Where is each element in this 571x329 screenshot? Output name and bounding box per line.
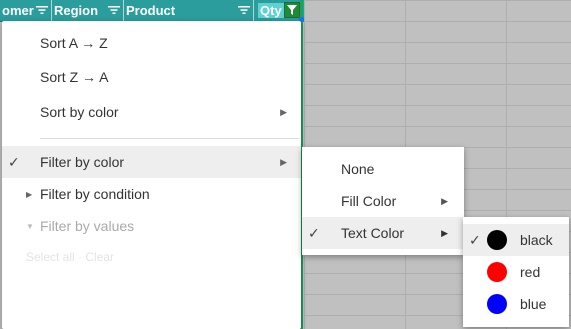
menu-item-sort-a-z[interactable]: Sort A → Z: [2, 27, 301, 59]
column-header-product[interactable]: Product: [124, 0, 254, 21]
menu-divider: [40, 138, 299, 139]
column-header-region[interactable]: Region: [52, 0, 124, 21]
menu-item-label: Filter by values: [40, 218, 135, 234]
column-header-label: omer: [2, 3, 34, 18]
color-swatch-blue: [487, 294, 507, 314]
filter-icon[interactable]: [108, 5, 120, 15]
column-header-label: Product: [126, 3, 176, 18]
collapse-caret-icon: ▼: [26, 221, 34, 231]
menu-item-label: Sort Z → A: [40, 69, 109, 85]
color-option-label: blue: [520, 296, 547, 312]
filter-by-color-submenu: None Fill Color ▶ ✓ Text Color ▶: [302, 147, 464, 255]
checkmark-icon: ✓: [308, 224, 320, 241]
submenu-item-none[interactable]: None: [302, 153, 464, 185]
color-swatch-black: [487, 230, 507, 250]
submenu-arrow-icon: ▶: [280, 106, 287, 117]
color-option-red[interactable]: red: [463, 256, 569, 288]
menu-item-filter-by-color[interactable]: ✓ Filter by color ▶: [2, 146, 301, 178]
menu-item-label: Sort A → Z: [40, 35, 108, 51]
filter-icon[interactable]: [238, 5, 250, 15]
active-filter-button[interactable]: [284, 2, 300, 18]
submenu-item-label: Fill Color: [341, 193, 397, 209]
checkmark-icon: ✓: [8, 153, 20, 170]
color-option-label: black: [520, 232, 553, 248]
submenu-item-label: None: [341, 161, 375, 177]
filter-menu: Sort A → Z Sort Z → A Sort by color ▶ ✓ …: [2, 21, 301, 329]
color-option-blue[interactable]: blue: [463, 288, 569, 320]
expand-caret-icon: ▶: [26, 189, 33, 199]
menu-item-sort-by-color[interactable]: Sort by color ▶: [2, 96, 301, 128]
filter-icon[interactable]: [36, 5, 48, 15]
select-all-clear-links[interactable]: Select all · Clear: [26, 250, 114, 264]
menu-item-filter-by-values[interactable]: ▼ Filter by values: [2, 210, 301, 242]
submenu-item-text-color[interactable]: ✓ Text Color ▶: [302, 217, 464, 249]
text-color-submenu: ✓ black red blue: [463, 217, 569, 327]
menu-item-label: Filter by condition: [40, 186, 150, 202]
column-header-label: Qty: [258, 3, 284, 18]
funnel-icon: [287, 5, 297, 15]
submenu-arrow-icon: ▶: [441, 195, 448, 206]
submenu-arrow-icon: ▶: [441, 227, 448, 238]
submenu-item-label: Text Color: [341, 225, 405, 241]
color-option-black[interactable]: ✓ black: [463, 224, 569, 256]
color-swatch-red: [487, 262, 507, 282]
header-row: omer Region Product Qty: [0, 0, 304, 22]
submenu-item-fill-color[interactable]: Fill Color ▶: [302, 185, 464, 217]
color-option-label: red: [520, 264, 541, 280]
column-header-label: Region: [54, 3, 99, 18]
submenu-arrow-icon: ▶: [280, 156, 287, 167]
menu-item-label: Filter by color: [40, 154, 125, 170]
column-header-customer[interactable]: omer: [0, 0, 52, 21]
menu-item-label: Sort by color: [40, 104, 119, 120]
menu-item-sort-z-a[interactable]: Sort Z → A: [2, 61, 301, 93]
checkmark-icon: ✓: [469, 231, 481, 248]
menu-item-filter-by-condition[interactable]: ▶ Filter by condition: [2, 178, 301, 210]
